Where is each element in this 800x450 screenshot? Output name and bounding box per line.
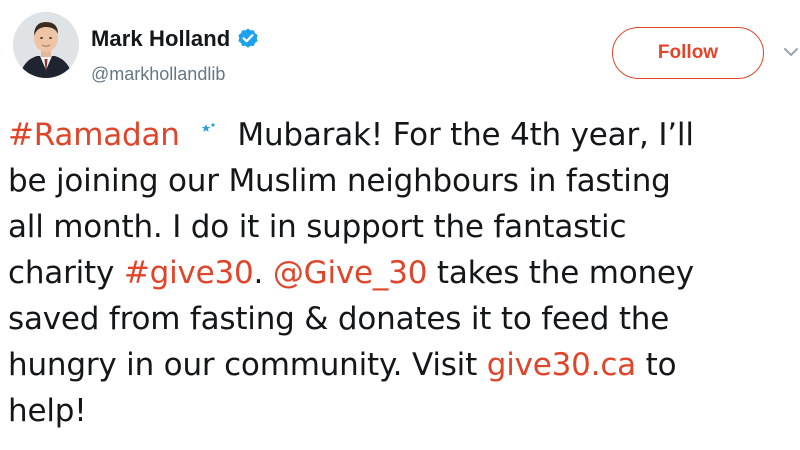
tweet-text-segment: charity xyxy=(8,255,124,291)
hashtag-give30-link[interactable]: #give30 xyxy=(124,255,254,291)
avatar[interactable] xyxy=(13,12,79,78)
display-name[interactable]: Mark Holland xyxy=(91,26,230,52)
tweet-text-segment: . xyxy=(253,255,273,291)
hashtag-ramadan-link[interactable]: #Ramadan xyxy=(8,117,180,153)
tweet-line: all month. I do it in support the fantas… xyxy=(8,204,798,250)
tweet-text-segment: takes the money xyxy=(427,255,694,291)
follow-button-label: Follow xyxy=(657,42,719,63)
follow-button[interactable]: Follow xyxy=(612,27,764,79)
tweet-text-segment: be joining our Muslim neighbours in fast… xyxy=(8,163,671,199)
tweet-line: help! xyxy=(8,388,798,434)
mention-give30-link[interactable]: @Give_30 xyxy=(273,255,428,291)
tweet-text-segment: Mubarak! For the 4th year, I’ll xyxy=(227,117,694,153)
tweet-line: be joining our Muslim neighbours in fast… xyxy=(8,158,798,204)
tweet-text-segment: to xyxy=(635,347,677,383)
tweet-card: Mark Holland @markhollandlib Follow #Ram… xyxy=(0,0,800,450)
tweet-line: hungry in our community. Visit give30.ca… xyxy=(8,342,798,388)
user-handle[interactable]: @markhollandlib xyxy=(91,64,225,85)
tweet-line: saved from fasting & donates it to feed … xyxy=(8,296,798,342)
tweet-text-segment: saved from fasting & donates it to feed … xyxy=(8,301,670,337)
tweet-text-segment: help! xyxy=(8,393,87,429)
crescent-moon-star-icon xyxy=(182,115,222,147)
more-options-chevron-icon[interactable] xyxy=(782,40,800,64)
give30-website-link[interactable]: give30.ca xyxy=(487,347,636,383)
avatar-photo-icon xyxy=(13,12,79,78)
tweet-text: #Ramadan Mubarak! For the 4th year, I’ll… xyxy=(8,112,798,434)
tweet-text-segment: all month. I do it in support the fantas… xyxy=(8,209,627,245)
name-row: Mark Holland xyxy=(91,26,260,52)
tweet-text-segment: hungry in our community. Visit xyxy=(8,347,487,383)
verified-badge-icon xyxy=(236,27,260,51)
tweet-line: #Ramadan Mubarak! For the 4th year, I’ll xyxy=(8,112,798,158)
tweet-line: charity #give30. @Give_30 takes the mone… xyxy=(8,250,798,296)
